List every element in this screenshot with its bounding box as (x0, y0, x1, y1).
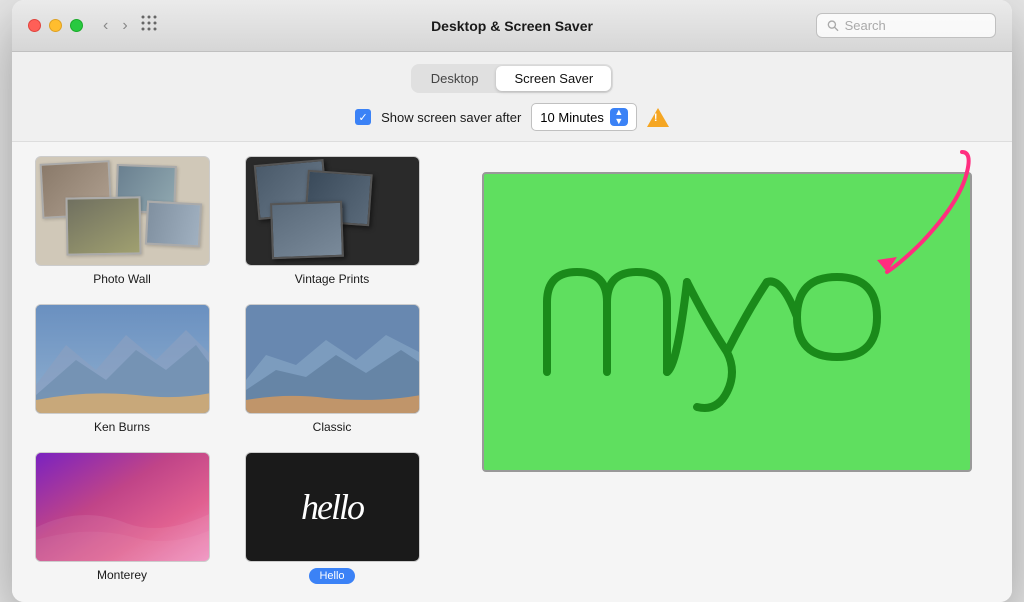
grid-button[interactable] (140, 14, 158, 37)
tab-desktop[interactable]: Desktop (413, 66, 497, 91)
minimize-button[interactable] (49, 19, 62, 32)
saver-item-classic[interactable]: Classic (232, 300, 432, 438)
saver-item-ken-burns[interactable]: Ken Burns (22, 300, 222, 438)
sidebar: Photo Wall Vintage Prints (12, 142, 442, 602)
nav-buttons: ‹ › (99, 15, 132, 37)
saver-thumb-vintage (245, 156, 420, 266)
warning-triangle (647, 108, 669, 127)
saver-thumb-photo-wall (35, 156, 210, 266)
maximize-button[interactable] (70, 19, 83, 32)
preview-area (442, 142, 1012, 602)
vintage-photos (246, 157, 419, 265)
saver-thumb-hello: hello (245, 452, 420, 562)
search-box[interactable] (816, 13, 996, 38)
saver-label-photo-wall: Photo Wall (93, 272, 151, 286)
preview-frame (482, 172, 972, 472)
search-input[interactable] (845, 18, 985, 33)
main-window: ‹ › Desktop & Screen Saver (12, 0, 1012, 602)
time-dropdown[interactable]: 10 Minutes ▲ ▼ (531, 103, 637, 131)
preview-cursive-text (527, 222, 927, 422)
saver-thumb-monterey (35, 452, 210, 562)
screen-saver-options: ✓ Show screen saver after 10 Minutes ▲ ▼ (355, 103, 669, 131)
saver-label-classic: Classic (313, 420, 352, 434)
show-after-label: Show screen saver after (381, 110, 521, 125)
saver-badge-hello: Hello (309, 568, 354, 584)
saver-item-hello[interactable]: hello Hello (232, 448, 432, 588)
search-icon (827, 19, 839, 32)
traffic-lights (28, 19, 83, 32)
saver-item-monterey[interactable]: Monterey (22, 448, 222, 588)
saver-thumb-ken-burns (35, 304, 210, 414)
window-title: Desktop & Screen Saver (431, 18, 593, 34)
tab-screen-saver[interactable]: Screen Saver (496, 66, 611, 91)
back-button[interactable]: ‹ (99, 15, 112, 37)
close-button[interactable] (28, 19, 41, 32)
saver-label-ken-burns: Ken Burns (94, 420, 150, 434)
hello-text: hello (301, 489, 363, 525)
tab-group: Desktop Screen Saver (411, 64, 613, 93)
saver-item-vintage-prints[interactable]: Vintage Prints (232, 152, 432, 290)
toolbar: Desktop Screen Saver ✓ Show screen saver… (12, 52, 1012, 142)
saver-thumb-classic (245, 304, 420, 414)
saver-label-monterey: Monterey (97, 568, 147, 582)
show-after-checkbox[interactable]: ✓ (355, 109, 371, 125)
content-area: Photo Wall Vintage Prints (12, 142, 1012, 602)
preview-content (484, 174, 970, 470)
saver-item-photo-wall[interactable]: Photo Wall (22, 152, 222, 290)
time-value: 10 Minutes (540, 110, 604, 125)
forward-button[interactable]: › (118, 15, 131, 37)
saver-label-vintage: Vintage Prints (295, 272, 370, 286)
photo-wall-frames (36, 157, 209, 265)
time-stepper[interactable]: ▲ ▼ (610, 108, 628, 126)
titlebar: ‹ › Desktop & Screen Saver (12, 0, 1012, 52)
warning-icon (647, 106, 669, 128)
